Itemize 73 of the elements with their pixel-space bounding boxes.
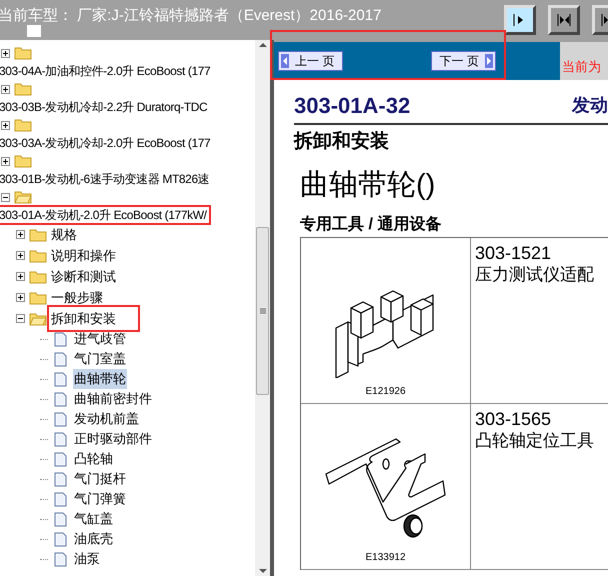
procedure-title: 曲轴带轮() <box>300 168 436 203</box>
tree-item[interactable]: 进气歧管 <box>73 329 127 349</box>
tool-name: 压力测试仪适配 <box>475 264 594 286</box>
tree-item[interactable]: 气门挺杆 <box>73 469 127 489</box>
tree-item[interactable]: 气门室盖 <box>73 349 127 369</box>
scrollbar[interactable] <box>255 40 270 576</box>
collapse-icon[interactable] <box>1 192 10 202</box>
tree-item[interactable]: 规格 <box>51 224 77 244</box>
scroll-up-icon[interactable] <box>258 42 266 47</box>
document-code: 303-01A-32 <box>294 93 410 119</box>
arrow-left-icon <box>281 54 289 68</box>
expand-icon[interactable] <box>1 84 10 94</box>
tree-item[interactable]: 油泵 <box>73 549 101 569</box>
tree-item[interactable]: 凸轮轴 <box>73 449 114 469</box>
tree-item[interactable]: 曲轴带轮 <box>73 369 127 389</box>
blank-icon <box>27 25 41 37</box>
tree-item[interactable]: 诊断和测试 <box>51 266 116 286</box>
next-page-button[interactable]: 下一 页 <box>430 51 496 71</box>
open-folder-icon <box>29 312 47 326</box>
document-icon <box>54 392 67 406</box>
folder-icon <box>29 270 47 284</box>
document-icon <box>54 412 67 426</box>
expand-icon[interactable] <box>1 156 10 166</box>
tree-item[interactable]: 气门弹簧 <box>73 489 127 509</box>
expand-icon[interactable] <box>1 120 10 130</box>
previous-page-button[interactable]: 上一 页 <box>278 51 344 71</box>
expand-icon[interactable] <box>16 251 25 260</box>
expand-right-button[interactable] <box>504 5 536 35</box>
folder-icon <box>14 154 32 168</box>
document-icon <box>54 452 67 466</box>
section-title: 发动 <box>572 94 608 117</box>
arrows-inward-icon <box>557 14 571 26</box>
grip-icon <box>260 308 266 314</box>
folder-icon <box>29 290 47 304</box>
folder-icon <box>14 82 32 96</box>
folder-icon <box>14 46 32 60</box>
tree-item[interactable]: 气缸盖 <box>73 509 114 529</box>
folder-icon <box>29 248 47 262</box>
document-icon <box>54 372 67 386</box>
tool-number: 303-1565 <box>475 408 552 430</box>
procedure-category: 拆卸和安装 <box>294 130 390 154</box>
scrollbar-thumb[interactable] <box>256 227 269 395</box>
expand-icon[interactable] <box>16 230 25 239</box>
expand-icon[interactable] <box>1 48 10 58</box>
open-folder-icon <box>14 190 32 204</box>
expand-icon[interactable] <box>16 272 25 281</box>
figure-code: E133912 <box>365 551 406 565</box>
figure-code: E121926 <box>365 385 406 399</box>
document-icon <box>54 512 67 526</box>
tree-item[interactable]: 说明和操作 <box>51 246 116 266</box>
tool-number: 303-1521 <box>475 242 552 264</box>
folder-icon <box>14 118 32 132</box>
tree-item[interactable]: 曲轴前密封件 <box>73 389 153 409</box>
tree-item[interactable]: 正时驱动部件 <box>73 429 153 449</box>
document-icon <box>54 492 67 506</box>
document-icon <box>54 552 67 566</box>
scroll-down-icon[interactable] <box>258 569 266 574</box>
document-icon <box>54 332 67 346</box>
tree-item[interactable]: 一般步骤 <box>51 288 103 308</box>
expand-icon[interactable] <box>16 293 25 302</box>
current-page-label: 当前为 <box>562 58 601 76</box>
tree-item[interactable]: 发动机前盖 <box>73 409 140 429</box>
tool-name: 凸轮轴定位工具 <box>475 430 594 452</box>
folder-icon <box>29 228 47 242</box>
document-icon <box>54 472 67 486</box>
tree-item[interactable]: 油底壳 <box>73 529 114 549</box>
arrow-right-icon <box>485 54 493 68</box>
document-icon <box>54 432 67 446</box>
document-icon <box>54 532 67 546</box>
tools-heading: 专用工具 / 通用设备 <box>300 215 442 235</box>
document-icon <box>54 352 67 366</box>
collapse-icon[interactable] <box>16 314 25 323</box>
split-view-button[interactable] <box>548 5 580 35</box>
